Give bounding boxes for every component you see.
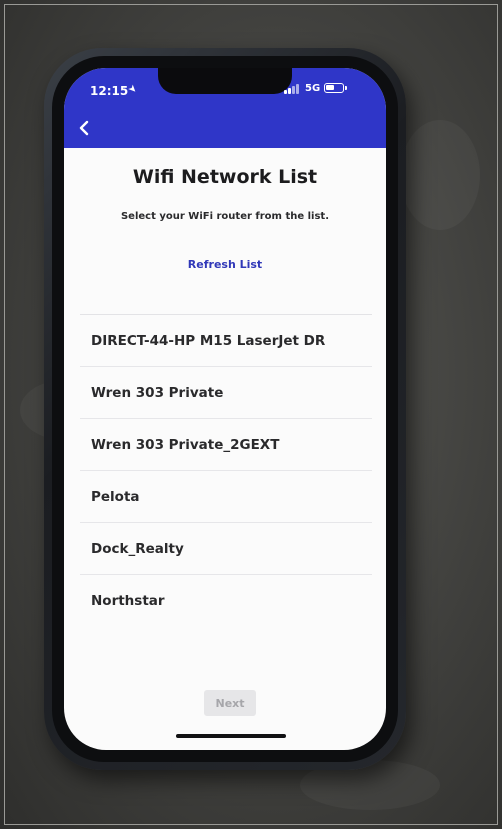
network-type: 5G xyxy=(305,83,321,94)
signal-bars-icon xyxy=(284,84,300,94)
app-header: 12:15 ➤ 5G xyxy=(64,68,386,148)
back-button[interactable] xyxy=(72,116,96,140)
battery-level xyxy=(326,85,334,90)
phone-screen: 12:15 ➤ 5G Wifi Network List Select your… xyxy=(64,68,386,750)
chevron-left-icon xyxy=(79,120,89,136)
battery-icon xyxy=(324,83,347,93)
status-time: 12:15 xyxy=(90,84,129,98)
network-item[interactable]: DIRECT-44-HP M15 LaserJet DR xyxy=(80,315,372,367)
next-button[interactable]: Next xyxy=(204,690,256,716)
network-item[interactable]: Wren 303 Private_2GEXT xyxy=(80,419,372,471)
network-item[interactable]: Wren 303 Private xyxy=(80,367,372,419)
background-texture xyxy=(400,120,480,230)
network-item[interactable]: Pelota xyxy=(80,471,372,523)
page-subtitle: Select your WiFi router from the list. xyxy=(120,211,329,222)
network-item[interactable]: Northstar xyxy=(80,575,372,627)
refresh-list-link[interactable]: Refresh List xyxy=(64,258,386,271)
camera-notch xyxy=(158,68,292,94)
network-list: DIRECT-44-HP M15 LaserJet DR Wren 303 Pr… xyxy=(80,314,372,627)
home-indicator[interactable] xyxy=(176,734,286,738)
network-item[interactable]: Dock_Realty xyxy=(80,523,372,575)
page-title: Wifi Network List xyxy=(132,166,318,188)
